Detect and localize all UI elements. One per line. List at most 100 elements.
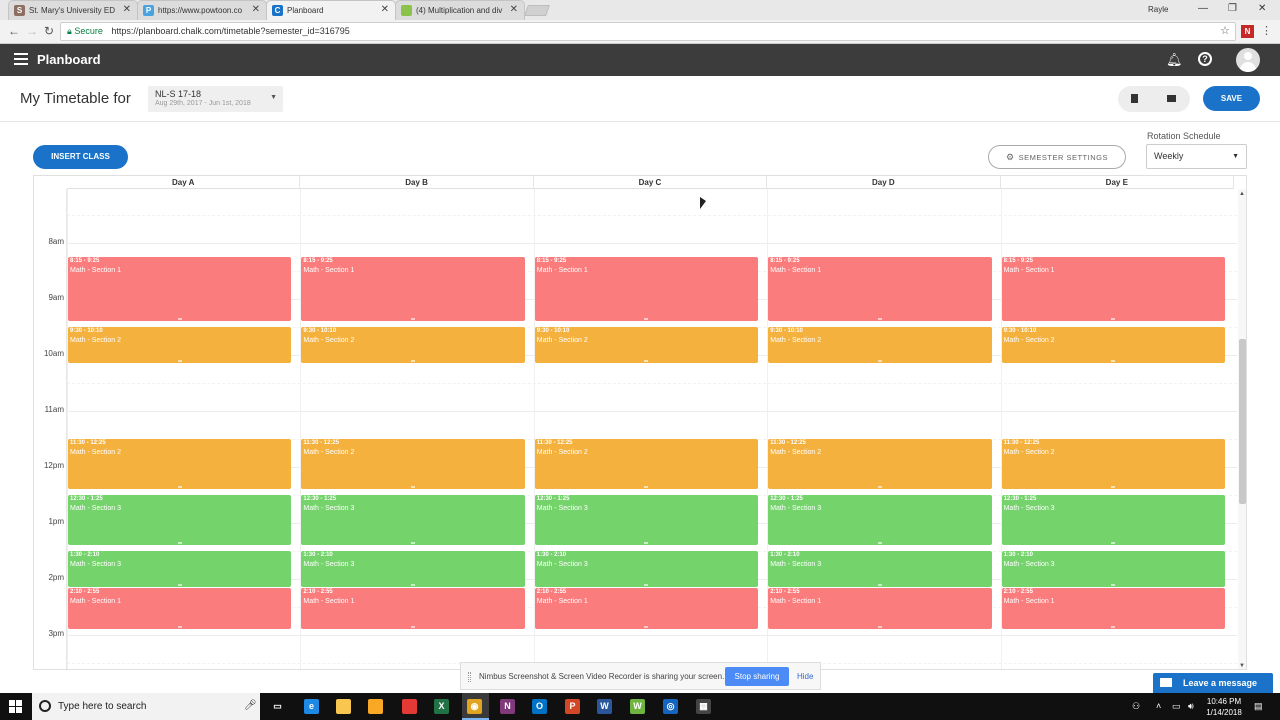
class-block[interactable]: 1:30 - 2:10 Math - Section 3 [1001,551,1225,588]
class-block[interactable]: 2:10 - 2:55 Math - Section 1 [768,588,992,630]
insert-class-button[interactable]: INSERT CLASS [33,145,128,169]
maximize-icon[interactable]: ❐ [1228,3,1237,14]
close-window-icon[interactable]: ✕ [1258,3,1266,14]
outlook-icon[interactable]: O [532,699,547,714]
leave-message-button[interactable]: Leave a message [1153,673,1273,693]
browser-profile[interactable]: Rayle [1148,5,1168,14]
resize-handle-icon[interactable] [644,542,649,545]
class-block[interactable]: 9:30 - 10:10 Math - Section 2 [68,327,292,364]
resize-handle-icon[interactable] [177,542,182,545]
resize-handle-icon[interactable] [644,584,649,587]
notification-bell-icon[interactable]: 🔔︎ [1166,52,1183,68]
resize-handle-icon[interactable] [411,360,416,363]
class-block[interactable]: 8:15 - 9:25 Math - Section 1 [1001,257,1225,322]
resize-handle-icon[interactable] [411,486,416,489]
resize-handle-icon[interactable] [411,318,416,321]
class-block[interactable]: 12:30 - 1:25 Math - Section 3 [768,495,992,546]
help-icon[interactable]: ? [1198,52,1212,66]
stop-sharing-button[interactable]: Stop sharing [725,667,789,686]
resize-handle-icon[interactable] [177,584,182,587]
resize-handle-icon[interactable] [177,318,182,321]
word-icon[interactable]: W [597,699,612,714]
save-button[interactable]: SAVE [1203,86,1260,111]
class-block[interactable]: 9:30 - 10:10 Math - Section 2 [534,327,759,364]
class-block[interactable]: 9:30 - 10:10 Math - Section 2 [1001,327,1225,364]
resize-handle-icon[interactable] [644,486,649,489]
class-block[interactable]: 8:15 - 9:25 Math - Section 1 [534,257,759,322]
extension-icon[interactable]: N [1241,25,1254,38]
class-block[interactable]: 1:30 - 2:10 Math - Section 3 [768,551,992,588]
onenote-icon[interactable]: N [500,699,515,714]
calculator-icon[interactable]: ▦ [696,699,711,714]
file-explorer-icon[interactable] [336,699,351,714]
resize-handle-icon[interactable] [644,360,649,363]
store-icon[interactable] [368,699,383,714]
resize-handle-icon[interactable] [1111,486,1116,489]
resize-handle-icon[interactable] [1111,318,1116,321]
semester-select[interactable]: NL-S 17-18 Aug 29th, 2017 - Jun 1st, 201… [148,86,283,112]
close-tab-icon[interactable]: ✕ [123,4,131,15]
forward-icon[interactable]: → [26,24,38,38]
scroll-up-icon[interactable]: ▲ [1239,191,1245,197]
excel-icon[interactable]: X [434,699,449,714]
class-block[interactable]: 8:15 - 9:25 Math - Section 1 [768,257,992,322]
people-icon[interactable]: ⚇ [1132,701,1140,712]
taskbar-search-input[interactable]: Type here to search 🎤︎ [32,693,260,720]
resize-handle-icon[interactable] [877,626,882,629]
class-block[interactable]: 9:30 - 10:10 Math - Section 2 [768,327,992,364]
scrollbar-thumb[interactable] [1239,339,1246,504]
resize-handle-icon[interactable] [411,626,416,629]
back-icon[interactable]: ← [8,24,20,38]
class-block[interactable]: 2:10 - 2:55 Math - Section 1 [1001,588,1225,630]
volume-icon[interactable]: 🔊︎ [1188,701,1194,712]
resize-handle-icon[interactable] [877,486,882,489]
windows-start-icon[interactable] [9,700,22,713]
resize-handle-icon[interactable] [644,626,649,629]
class-block[interactable]: 11:30 - 12:25 Math - Section 2 [534,439,759,490]
class-block[interactable]: 11:30 - 12:25 Math - Section 2 [301,439,525,490]
tray-chevron-icon[interactable]: ˄ [1156,701,1161,711]
class-block[interactable]: 11:30 - 12:25 Math - Section 2 [768,439,992,490]
network-icon[interactable]: ▭ [1172,701,1181,712]
action-center-icon[interactable]: ▤ [1254,701,1263,712]
class-block[interactable]: 8:15 - 9:25 Math - Section 1 [301,257,525,322]
reload-icon[interactable]: ↻ [44,24,54,38]
powerpoint-icon[interactable]: P [565,699,580,714]
new-tab-button[interactable] [523,5,551,16]
drag-handle-icon[interactable] [468,672,471,682]
class-block[interactable]: 11:30 - 12:25 Math - Section 2 [1001,439,1225,490]
class-block[interactable]: 2:10 - 2:55 Math - Section 1 [301,588,525,630]
app-green-icon[interactable]: W [630,699,645,714]
scroll-down-icon[interactable]: ▼ [1239,663,1245,669]
close-tab-icon[interactable]: ✕ [381,4,389,15]
edge-icon[interactable]: e [304,699,319,714]
avatar[interactable] [1236,48,1260,72]
class-block[interactable]: 1:30 - 2:10 Math - Section 3 [301,551,525,588]
resize-handle-icon[interactable] [177,360,182,363]
resize-handle-icon[interactable] [177,486,182,489]
semester-settings-button[interactable]: ⚙ SEMESTER SETTINGS [988,145,1126,169]
app-blue-icon[interactable]: ◎ [663,699,678,714]
browser-tab[interactable]: (4) Multiplication and div ✕ [395,0,525,20]
email-icon[interactable] [1167,95,1176,102]
taskbar-clock[interactable]: 10:46 PM 1/14/2018 [1200,696,1248,718]
microphone-icon[interactable]: 🎤︎ [244,700,257,711]
app-red-icon[interactable] [402,699,417,714]
class-block[interactable]: 8:15 - 9:25 Math - Section 1 [68,257,292,322]
browser-tab[interactable]: P https://www.powtoon.co ✕ [137,0,267,20]
resize-handle-icon[interactable] [411,542,416,545]
browser-menu-icon[interactable]: ⋮ [1261,24,1272,37]
resize-handle-icon[interactable] [877,584,882,587]
hide-link[interactable]: Hide [797,672,813,681]
browser-tab-active[interactable]: C Planboard ✕ [266,0,396,20]
calendar-scrollbar[interactable]: ▲ ▼ [1238,189,1246,669]
menu-icon[interactable] [14,53,28,65]
resize-handle-icon[interactable] [177,626,182,629]
task-view-icon[interactable]: ▭ [270,699,285,714]
resize-handle-icon[interactable] [411,584,416,587]
class-block[interactable]: 1:30 - 2:10 Math - Section 3 [534,551,759,588]
resize-handle-icon[interactable] [644,318,649,321]
chrome-icon[interactable]: ◉ [467,699,482,714]
resize-handle-icon[interactable] [877,542,882,545]
minimize-icon[interactable]: — [1198,3,1208,14]
